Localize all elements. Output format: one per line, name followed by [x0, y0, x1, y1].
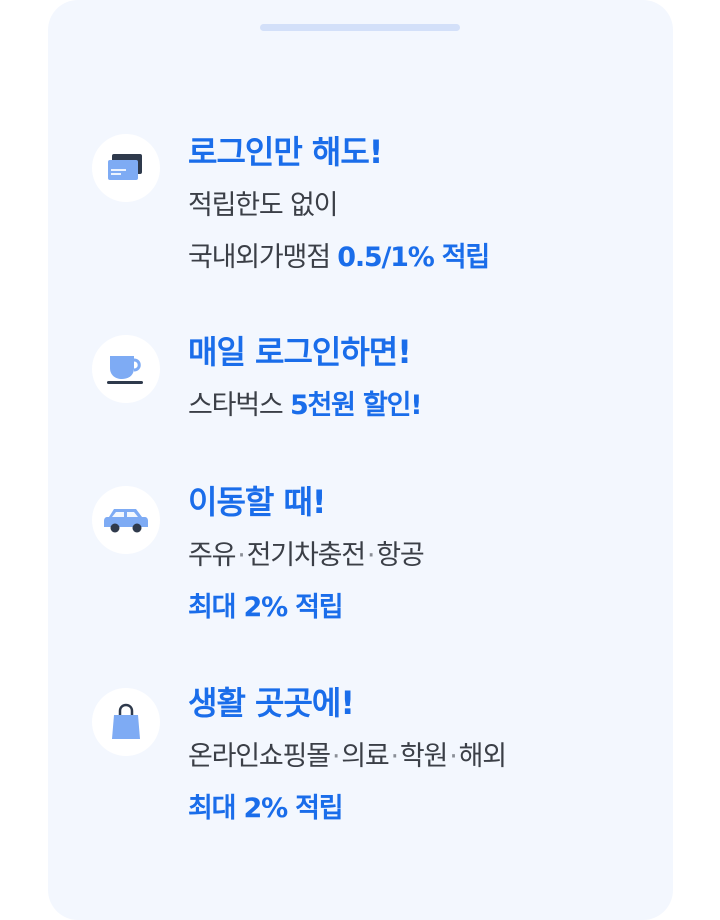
benefit-line: 온라인쇼핑몰·의료·학원·해외 — [188, 737, 658, 777]
benefit-icon-circle — [92, 688, 160, 756]
benefit-text: 학원 — [399, 741, 448, 772]
benefit-highlight: 최대 2% 적립 — [188, 793, 344, 824]
benefit-texts: 로그인만 해도! 적립한도 없이 국내외가맹점 0.5/1% 적립 — [188, 132, 658, 278]
benefit-texts: 생활 곳곳에! 온라인쇼핑몰·의료·학원·해외 최대 2% 적립 — [188, 683, 658, 829]
benefit-text: 항공 — [376, 540, 424, 571]
benefit-line: 주유·전기차충전·항공 — [188, 536, 658, 576]
separator-dot: · — [331, 741, 341, 772]
benefit-icon-circle — [92, 335, 160, 403]
shopping-bag-icon — [112, 703, 140, 739]
benefit-highlight: 최대 2% 적립 — [188, 592, 344, 623]
benefit-text: 해외 — [458, 741, 507, 772]
benefit-text: 주유 — [188, 540, 236, 571]
car-icon — [104, 509, 148, 533]
separator-dot: · — [366, 540, 376, 571]
benefit-highlight: 5천원 할인! — [289, 390, 423, 421]
sheet-drag-handle[interactable] — [260, 24, 460, 31]
separator-dot: · — [237, 540, 246, 571]
benefits-sheet: 로그인만 해도! 적립한도 없이 국내외가맹점 0.5/1% 적립 매일 로그인… — [48, 0, 673, 920]
benefit-line: 스타벅스 5천원 할인! — [188, 386, 658, 426]
coffee-cup-icon — [107, 356, 143, 384]
separator-dot: · — [449, 741, 458, 772]
benefit-text: 온라인쇼핑몰 — [188, 741, 331, 772]
benefit-icon-circle — [92, 134, 160, 202]
benefit-line: 최대 2% 적립 — [188, 789, 658, 829]
credit-card-icon — [108, 154, 142, 180]
benefit-title: 매일 로그인하면! — [188, 333, 412, 371]
benefit-text: 국내외가맹점 — [188, 242, 331, 273]
benefit-line: 최대 2% 적립 — [188, 588, 658, 628]
benefit-text: 적립한도 없이 — [188, 190, 338, 221]
separator-dot: · — [390, 741, 400, 772]
benefit-text: 의료 — [341, 741, 389, 772]
benefit-texts: 매일 로그인하면! 스타벅스 5천원 할인! — [188, 332, 658, 426]
benefit-title: 생활 곳곳에! — [188, 684, 355, 722]
benefit-title: 이동할 때! — [188, 483, 327, 521]
benefit-text: 전기차충전 — [246, 540, 366, 571]
benefit-text: 스타벅스 — [188, 390, 284, 421]
benefit-title: 로그인만 해도! — [188, 133, 383, 171]
benefit-icon-circle — [92, 486, 160, 554]
benefit-line: 국내외가맹점 0.5/1% 적립 — [188, 238, 658, 278]
benefit-highlight: 0.5/1% 적립 — [337, 242, 490, 273]
benefit-texts: 이동할 때! 주유·전기차충전·항공 최대 2% 적립 — [188, 482, 658, 628]
benefit-line: 적립한도 없이 — [188, 186, 658, 226]
